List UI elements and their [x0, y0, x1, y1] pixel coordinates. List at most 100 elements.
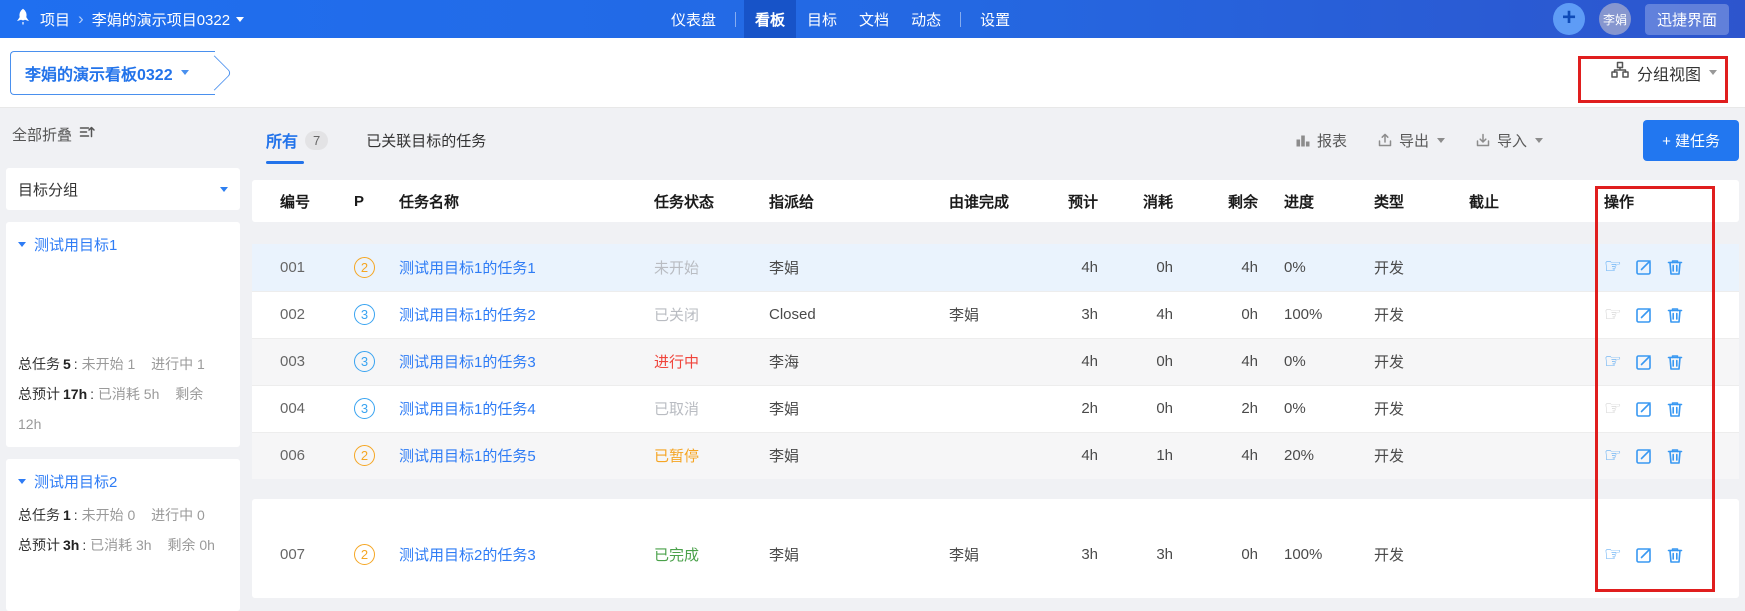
collapse-all-icon: [79, 124, 95, 144]
assigned-to: 李娟: [755, 431, 935, 479]
table-row[interactable]: 006 2 测试用目标1的任务5 已暂停 李娟 4h 1h 4h 20% 开发 …: [252, 431, 1739, 479]
assign-icon[interactable]: ☞: [1604, 257, 1622, 277]
breadcrumb-app[interactable]: 项目: [40, 9, 70, 30]
skin-switch-button[interactable]: 迅捷界面: [1644, 3, 1729, 35]
nav-kanban[interactable]: 看板: [744, 0, 797, 38]
delete-icon[interactable]: [1666, 353, 1684, 371]
subheader: 李娟的演示看板0322 分组视图: [0, 38, 1745, 108]
col-actions: 操作: [1604, 193, 1635, 211]
col-type[interactable]: 类型: [1360, 180, 1455, 222]
delete-icon[interactable]: [1666, 400, 1684, 418]
tab-all-count-badge: 7: [305, 130, 329, 150]
goal-group-title-2[interactable]: 测试用目标2: [18, 471, 228, 492]
col-estimate[interactable]: 预计: [1010, 180, 1110, 222]
deadline: [1455, 531, 1590, 578]
task-link[interactable]: 测试用目标1的任务4: [399, 401, 536, 418]
export-label: 导出: [1399, 132, 1430, 150]
task-link[interactable]: 测试用目标1的任务5: [399, 448, 536, 465]
table-row[interactable]: 002 3 测试用目标1的任务2 已关闭 Closed 李娟 3h 4h 0h …: [252, 290, 1739, 338]
progress: 0%: [1270, 337, 1360, 385]
import-button[interactable]: 导入: [1475, 130, 1544, 151]
assign-icon[interactable]: ☞: [1604, 446, 1622, 466]
assign-icon[interactable]: ☞: [1604, 352, 1622, 372]
col-deadline[interactable]: 截止: [1455, 180, 1590, 222]
col-finished-by[interactable]: 由谁完成: [935, 180, 1010, 222]
col-task-name[interactable]: 任务名称: [385, 180, 640, 222]
task-type: 开发: [1360, 337, 1455, 385]
collapse-all-label: 全部折叠: [12, 126, 73, 144]
export-button[interactable]: 导出: [1377, 130, 1446, 151]
board-selector[interactable]: 李娟的演示看板0322: [10, 50, 215, 95]
table-row[interactable]: 007 2 测试用目标2的任务3 已完成 李娟 李娟 3h 3h 0h 100%…: [252, 531, 1739, 578]
task-status: 已暂停: [640, 431, 755, 479]
collapse-all-button[interactable]: 全部折叠: [6, 108, 240, 160]
assigned-to: 李海: [755, 337, 935, 385]
col-assigned-to[interactable]: 指派给: [755, 180, 935, 222]
delete-icon[interactable]: [1666, 258, 1684, 276]
priority-badge: 3: [354, 398, 375, 419]
estimate: 4h: [1010, 244, 1110, 291]
task-id: 004: [252, 384, 340, 432]
task-link[interactable]: 测试用目标1的任务1: [399, 260, 536, 277]
estimate: 4h: [1010, 431, 1110, 479]
finished-by: [935, 244, 1010, 291]
edit-icon[interactable]: [1635, 258, 1653, 276]
nav-activity[interactable]: 动态: [900, 0, 952, 38]
quick-create-button[interactable]: +: [1552, 3, 1585, 35]
task-status: 进行中: [640, 337, 755, 385]
user-avatar[interactable]: 李娟: [1598, 3, 1631, 35]
assign-icon[interactable]: ☞: [1604, 545, 1622, 565]
estimate: 4h: [1010, 337, 1110, 385]
deadline: [1455, 384, 1590, 432]
edit-icon[interactable]: [1635, 306, 1653, 324]
edit-icon[interactable]: [1635, 353, 1653, 371]
table-row[interactable]: 003 3 测试用目标1的任务3 进行中 李海 4h 0h 4h 0% 开发 ☞: [252, 337, 1739, 385]
edit-icon[interactable]: [1635, 400, 1653, 418]
delete-icon[interactable]: [1666, 306, 1684, 324]
estimate: 3h: [1081, 546, 1098, 563]
delete-icon[interactable]: [1666, 447, 1684, 465]
task-id: 003: [252, 337, 340, 385]
view-mode-switcher[interactable]: 分组视图: [1611, 61, 1717, 85]
task-link[interactable]: 测试用目标1的任务3: [399, 354, 536, 371]
create-task-button[interactable]: + 建任务: [1643, 119, 1739, 161]
consumed: 0h: [1110, 244, 1185, 291]
col-remain[interactable]: 剩余: [1185, 180, 1270, 222]
finished-by: [935, 384, 1010, 432]
task-link[interactable]: 测试用目标1的任务2: [399, 307, 536, 324]
col-progress[interactable]: 进度: [1270, 180, 1360, 222]
nav-dashboard[interactable]: 仪表盘: [660, 0, 727, 38]
col-priority[interactable]: P: [340, 180, 385, 222]
edit-icon[interactable]: [1635, 447, 1653, 465]
group-view-icon: [1611, 61, 1629, 84]
table-row[interactable]: 004 3 测试用目标1的任务4 已取消 李娟 2h 0h 2h 0% 开发 ☞: [252, 384, 1739, 432]
plus-icon: +: [1561, 4, 1576, 31]
goal-group-title-1[interactable]: 测试用目标1: [18, 234, 228, 255]
col-id[interactable]: 编号: [252, 180, 340, 222]
task-link[interactable]: 测试用目标2的任务3: [399, 547, 536, 564]
col-status[interactable]: 任务状态: [640, 180, 755, 222]
task-id: 006: [252, 431, 340, 479]
goal-group-name: 测试用目标2: [34, 474, 118, 491]
delete-icon[interactable]: [1666, 546, 1684, 564]
nav-divider: [735, 11, 737, 27]
table-row[interactable]: 001 2 测试用目标1的任务1 未开始 李娟 4h 0h 4h 0% 开发 ☞: [252, 244, 1739, 291]
edit-icon[interactable]: [1635, 546, 1653, 564]
nav-goals[interactable]: 目标: [796, 0, 848, 38]
view-mode-label: 分组视图: [1636, 66, 1701, 84]
breadcrumb-project[interactable]: 李娟的演示项目0322: [92, 9, 245, 30]
remain: 2h: [1185, 384, 1270, 432]
nav-docs[interactable]: 文档: [848, 0, 900, 38]
consumed: 3h: [1156, 546, 1173, 563]
remain: 0h: [1185, 290, 1270, 338]
group-filter-select[interactable]: 目标分组: [6, 168, 240, 210]
report-label: 报表: [1317, 132, 1348, 150]
tab-all[interactable]: 所有 7: [264, 114, 330, 166]
col-consumed[interactable]: 消耗: [1110, 180, 1185, 222]
remain: 4h: [1185, 244, 1270, 291]
report-button[interactable]: 报表: [1295, 130, 1347, 151]
estimate: 2h: [1010, 384, 1110, 432]
nav-settings[interactable]: 设置: [969, 0, 1021, 38]
tab-linked-goal-tasks[interactable]: 已关联目标的任务: [364, 114, 488, 166]
chevron-down-icon: [236, 16, 245, 22]
